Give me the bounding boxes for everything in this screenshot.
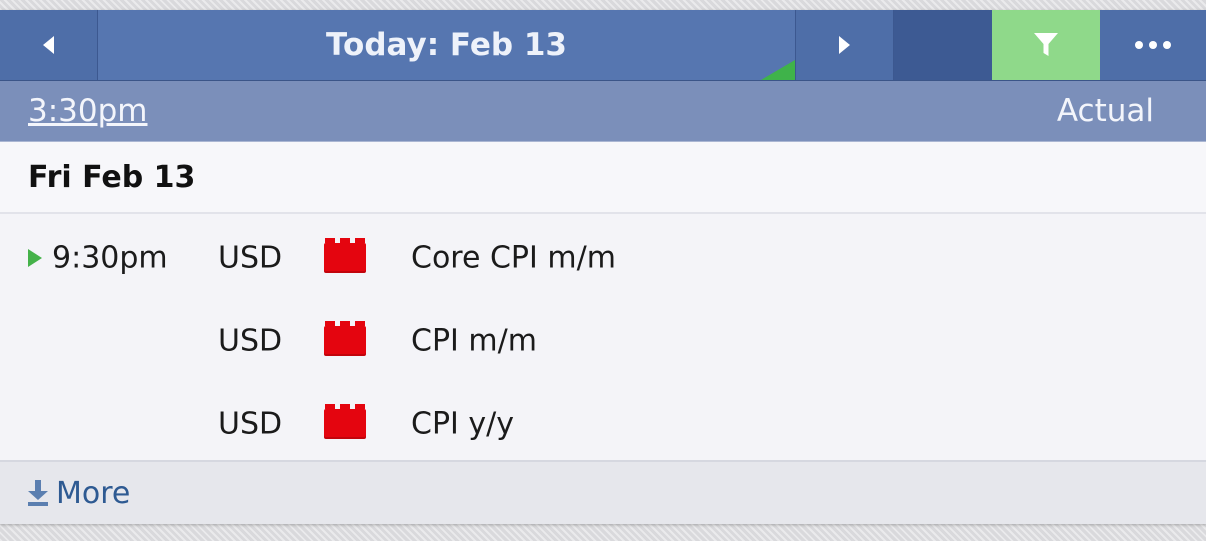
day-header-label: Fri Feb 13 (28, 159, 196, 195)
filter-button[interactable] (992, 10, 1100, 80)
event-currency: USD (218, 240, 283, 275)
corner-indicator (761, 60, 795, 80)
event-name: CPI m/m (411, 323, 537, 358)
event-row[interactable]: USD CPI y/y (0, 382, 1206, 465)
next-day-button[interactable] (796, 10, 894, 80)
play-icon (28, 248, 42, 267)
high-impact-icon (324, 403, 366, 439)
chevron-left-icon (43, 36, 54, 54)
high-impact-icon (324, 320, 366, 356)
event-name: Core CPI m/m (411, 240, 616, 275)
column-header: 3:30pm Actual (0, 81, 1206, 142)
impact-cell (324, 320, 366, 356)
event-list: 9:30pm USD Core CPI m/m USD CPI m/m USD … (0, 214, 1206, 465)
more-dots-icon (1135, 41, 1171, 49)
impact-cell (324, 237, 366, 273)
day-header: Fri Feb 13 (0, 142, 1206, 214)
upcoming-indicator (28, 248, 42, 267)
high-impact-icon (324, 237, 366, 273)
event-row[interactable]: 9:30pm USD Core CPI m/m (0, 216, 1206, 299)
event-row[interactable]: USD CPI m/m (0, 299, 1206, 382)
current-time-link[interactable]: 3:30pm (28, 93, 148, 129)
more-label: More (56, 475, 131, 511)
event-time: 9:30pm (52, 240, 168, 275)
event-currency: USD (218, 406, 283, 441)
event-currency: USD (218, 323, 283, 358)
date-title-button[interactable]: Today: Feb 13 (98, 10, 796, 80)
toolbar-blank-button[interactable] (894, 10, 992, 80)
prev-day-button[interactable] (0, 10, 98, 80)
toolbar: Today: Feb 13 (0, 10, 1206, 81)
actual-column-label: Actual (1056, 93, 1154, 129)
more-button[interactable]: More (0, 460, 1206, 524)
event-name: CPI y/y (411, 406, 515, 441)
calendar-panel: Today: Feb 13 3:30pm Actual Fri Feb 13 9… (0, 10, 1206, 524)
impact-cell (324, 403, 366, 439)
more-options-button[interactable] (1100, 10, 1206, 80)
chevron-right-icon (839, 36, 850, 54)
download-icon (28, 480, 48, 506)
date-title: Today: Feb 13 (326, 27, 567, 63)
filter-icon (1034, 33, 1058, 56)
